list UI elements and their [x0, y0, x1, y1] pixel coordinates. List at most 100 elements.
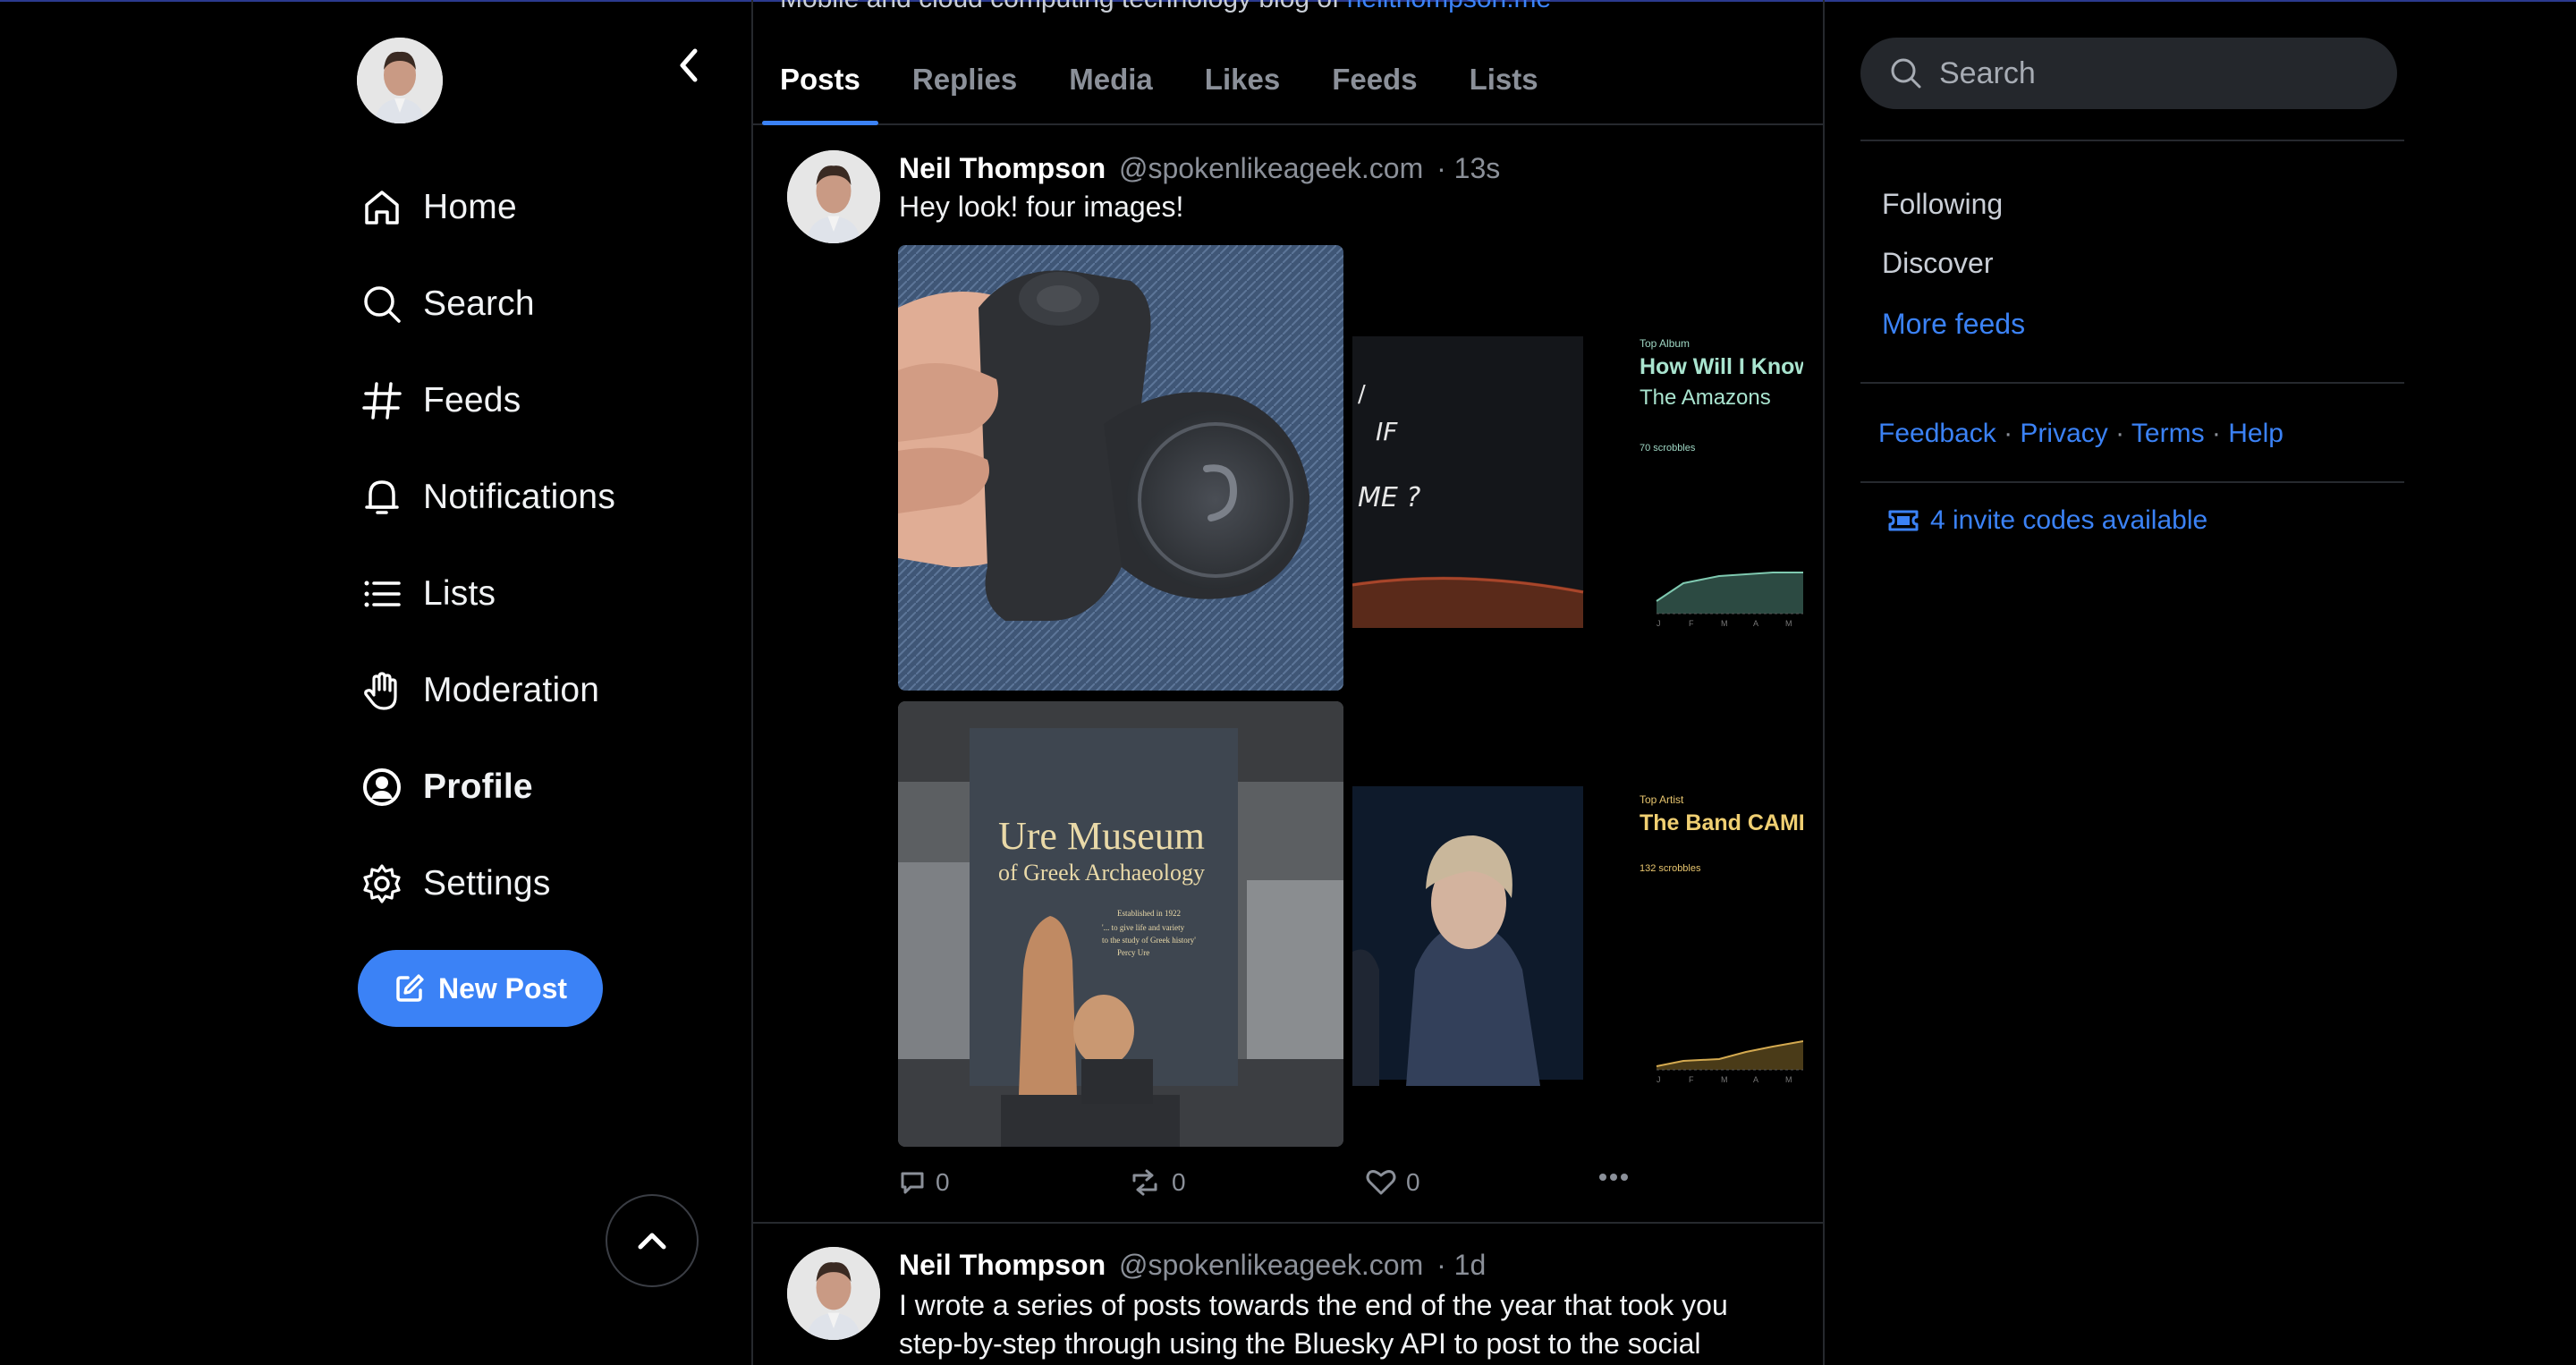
museum-photo: Ure Museum of Greek Archaeology Establis…: [898, 701, 1343, 1147]
post-timestamp[interactable]: · 13s: [1436, 152, 1500, 184]
more-options-button[interactable]: [1597, 1172, 1639, 1183]
profile-feed: Mobile and cloud computing technology bl…: [751, 0, 1825, 1365]
new-post-label: New Post: [437, 971, 568, 1005]
nav-item-label: Moderation: [423, 671, 600, 709]
search-input[interactable]: Search: [1860, 38, 2397, 109]
album-month-1: J: [1657, 619, 1661, 628]
album-tag: Top Album: [1640, 337, 1690, 350]
nav-item-lists[interactable]: Lists: [353, 546, 615, 642]
post-author-name[interactable]: Neil Thompson: [899, 152, 1106, 184]
nav-item-settings[interactable]: Settings: [353, 835, 615, 932]
nav-item-label: Search: [423, 284, 535, 323]
user-circle-icon: [357, 762, 407, 812]
album-month-3: M: [1721, 619, 1728, 628]
ticket-icon: [1888, 510, 1919, 531]
post-timestamp[interactable]: · 1d: [1436, 1249, 1486, 1281]
left-navigation: Home Search Feeds Notifications Lists Mo…: [353, 34, 738, 1358]
profile-bio-link[interactable]: neilthompson.me: [1347, 0, 1551, 13]
album-artist: The Amazons: [1640, 386, 1771, 410]
nav-item-search[interactable]: Search: [353, 256, 615, 352]
handwriting-text-2: ME ?: [1358, 482, 1420, 513]
nav-item-label: Notifications: [423, 478, 616, 516]
search-placeholder: Search: [1939, 55, 2036, 90]
user-avatar[interactable]: [357, 38, 443, 123]
invite-codes-label: 4 invite codes available: [1930, 505, 2208, 535]
tab-replies[interactable]: Replies: [912, 36, 1017, 123]
divider: [1860, 481, 2404, 483]
nav-item-label: Settings: [423, 864, 551, 903]
nav-item-home[interactable]: Home: [353, 159, 615, 256]
bell-icon: [357, 472, 407, 522]
post-author-handle[interactable]: @spokenlikeageek.com: [1119, 1249, 1423, 1281]
feed-link-following[interactable]: Following: [1882, 188, 2003, 221]
artist-month-5: M: [1785, 1075, 1792, 1084]
tab-likes[interactable]: Likes: [1205, 36, 1280, 123]
scroll-to-top-button[interactable]: [606, 1194, 699, 1287]
post-image-artist[interactable]: Top Artist The Band CAMINO 132 scrobbles…: [1352, 701, 1803, 1147]
nav-item-label: Lists: [423, 574, 496, 613]
reply-icon: [901, 1172, 924, 1194]
terms-link[interactable]: Terms: [2131, 419, 2205, 448]
museum-caption-4: Percy Ure: [1117, 948, 1149, 957]
artist-tag: Top Artist: [1640, 793, 1684, 806]
post-header: Neil Thompson @spokenlikeageek.com · 1d: [899, 1249, 1486, 1282]
right-sidebar: Search Following Discover More feeds Fee…: [1860, 0, 2406, 1365]
artist-month-2: F: [1689, 1075, 1694, 1084]
repost-button[interactable]: 0: [1127, 1168, 1186, 1197]
camera-grip-photo: [898, 245, 1343, 691]
collapse-sidebar-button[interactable]: [657, 34, 720, 97]
avatar-portrait-icon: [787, 1247, 880, 1340]
privacy-link[interactable]: Privacy: [2020, 419, 2107, 448]
profile-bio-text: Mobile and cloud computing technology bl…: [780, 0, 1347, 13]
search-icon: [357, 279, 407, 329]
post-image-lyrics[interactable]: IF ME ? / Top Album How Will I Know The …: [1352, 245, 1803, 691]
list-icon: [357, 569, 407, 619]
search-icon: [1891, 58, 1921, 89]
feed-link-discover[interactable]: Discover: [1882, 247, 1993, 280]
lyrics-and-album-stats-photo: IF ME ? / Top Album How Will I Know The …: [1352, 336, 1803, 628]
post-avatar[interactable]: [787, 1247, 880, 1340]
post-author-handle[interactable]: @spokenlikeageek.com: [1119, 152, 1423, 184]
nav-item-notifications[interactable]: Notifications: [353, 449, 615, 546]
hash-icon: [357, 376, 407, 426]
album-month-4: A: [1753, 619, 1758, 628]
like-count: 0: [1406, 1168, 1420, 1196]
museum-caption-2: '... to give life and variety: [1102, 923, 1185, 932]
album-scrobbles: 70 scrobbles: [1640, 443, 1696, 454]
post-image-grip[interactable]: [898, 245, 1343, 691]
tab-media[interactable]: Media: [1069, 36, 1153, 123]
museum-caption-1: Established in 1922: [1117, 909, 1181, 918]
post-item[interactable]: Neil Thompson @spokenlikeageek.com · 1d …: [753, 1224, 1823, 1365]
post-image-museum[interactable]: Ure Museum of Greek Archaeology Establis…: [898, 701, 1343, 1147]
album-title: How Will I Know: [1640, 354, 1803, 379]
more-feeds-link[interactable]: More feeds: [1882, 308, 2025, 341]
like-button[interactable]: 0: [1365, 1168, 1420, 1197]
invite-codes-button[interactable]: 4 invite codes available: [1887, 505, 2207, 536]
repost-count: 0: [1172, 1168, 1186, 1196]
feedback-link[interactable]: Feedback: [1878, 419, 1996, 448]
profile-bio: Mobile and cloud computing technology bl…: [780, 0, 1551, 14]
avatar-portrait-icon: [787, 150, 880, 243]
museum-caption-3: to the study of Greek history': [1102, 936, 1196, 945]
artist-scrobbles: 132 scrobbles: [1640, 863, 1701, 874]
handwriting-text-1: IF: [1376, 417, 1398, 446]
tab-lists[interactable]: Lists: [1470, 36, 1538, 123]
avatar-portrait-icon: [357, 38, 443, 123]
nav-item-feeds[interactable]: Feeds: [353, 352, 615, 449]
help-link[interactable]: Help: [2228, 419, 2284, 448]
post-avatar[interactable]: [787, 150, 880, 243]
museum-title: Ure Museum: [998, 814, 1205, 858]
new-post-button[interactable]: New Post: [358, 950, 603, 1027]
post-author-name[interactable]: Neil Thompson: [899, 1249, 1106, 1281]
nav-item-profile[interactable]: Profile: [353, 739, 615, 835]
tab-posts[interactable]: Posts: [762, 36, 878, 125]
nav-list: Home Search Feeds Notifications Lists Mo…: [353, 159, 615, 932]
reply-button[interactable]: 0: [898, 1168, 950, 1197]
divider: [1860, 382, 2404, 384]
gear-icon: [357, 859, 407, 909]
nav-item-moderation[interactable]: Moderation: [353, 642, 615, 739]
tab-feeds[interactable]: Feeds: [1332, 36, 1417, 123]
post-image-grid: IF ME ? / Top Album How Will I Know The …: [898, 245, 1803, 1149]
heart-icon: [1366, 1170, 1396, 1195]
compose-icon: [396, 974, 424, 1002]
